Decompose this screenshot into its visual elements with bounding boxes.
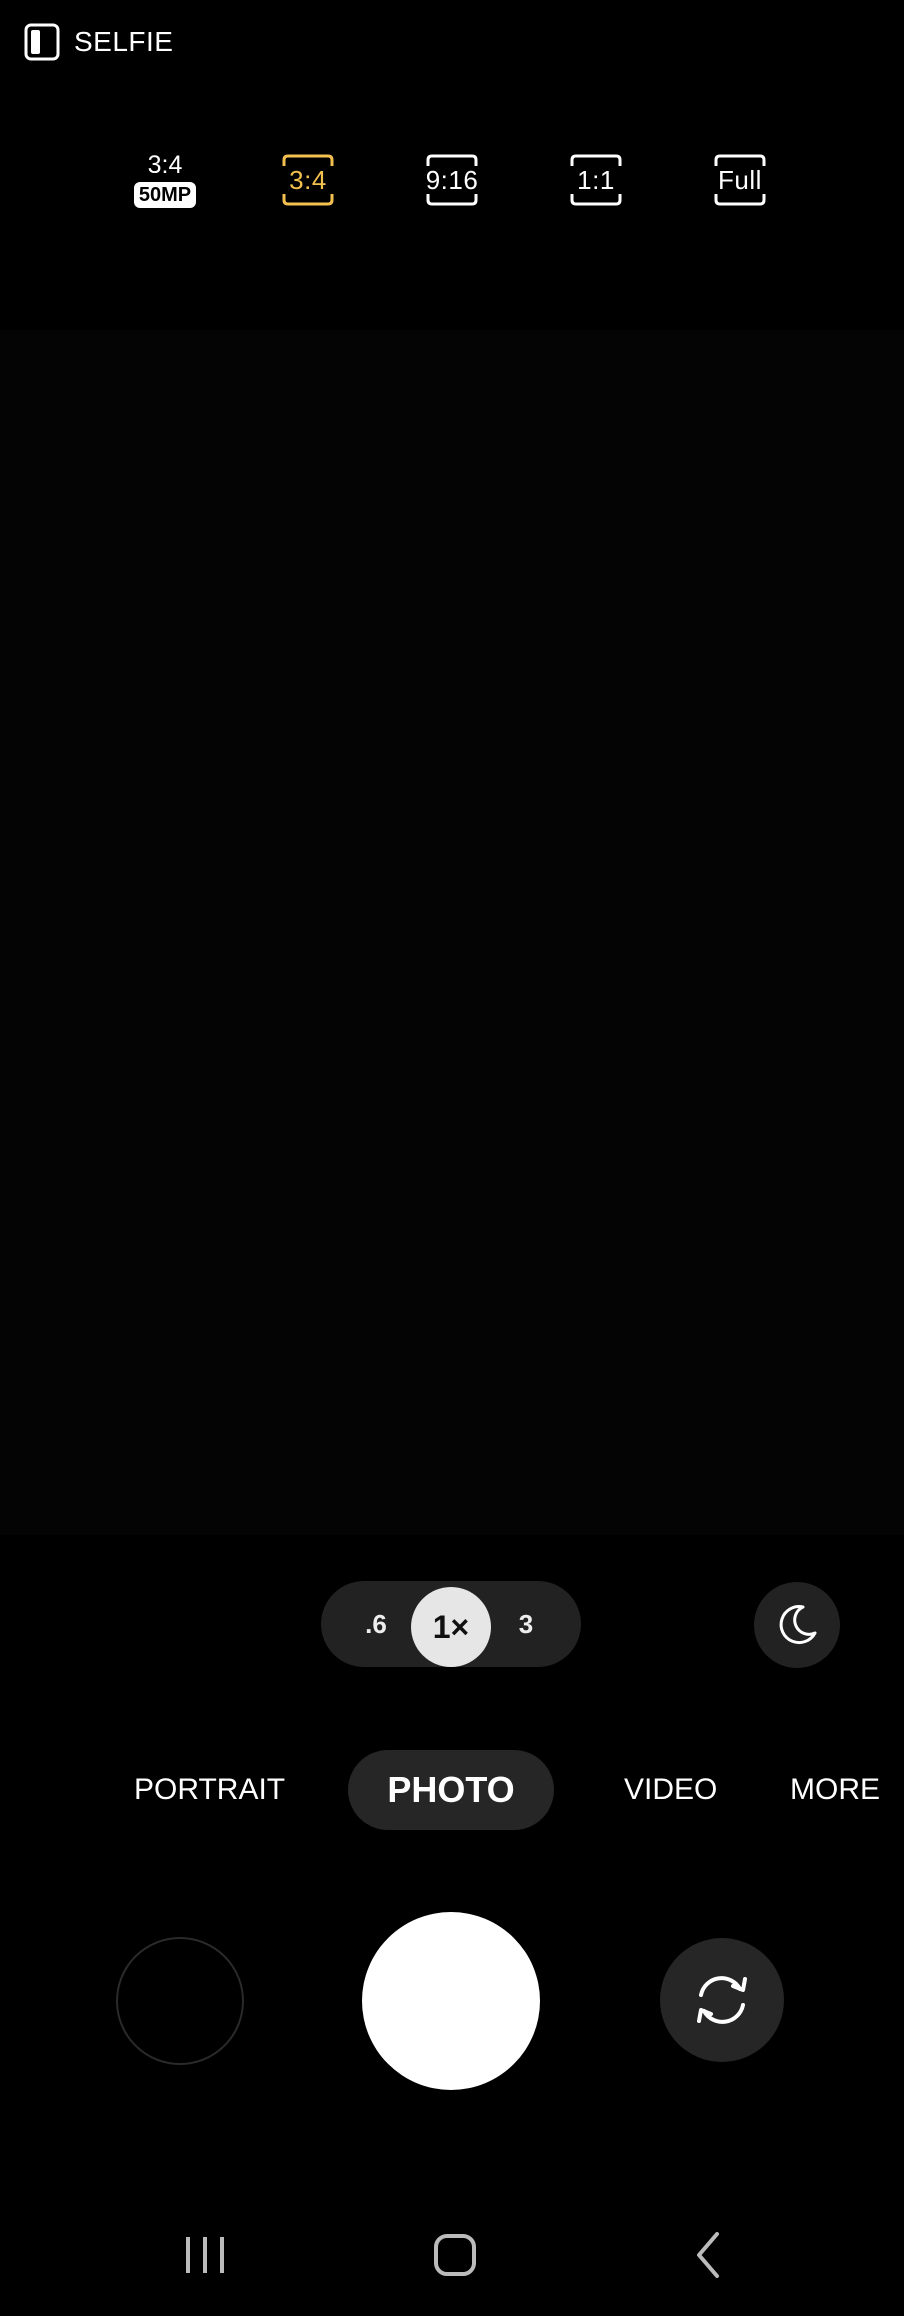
zoom-1x-button[interactable]: 1× (411, 1587, 491, 1667)
home-icon (434, 2234, 476, 2276)
ratio-1-1-label: 1:1 (577, 164, 615, 195)
mode-portrait[interactable]: PORTRAIT (134, 1750, 285, 1830)
ratio-full[interactable]: Full (710, 150, 770, 210)
zoom-selector: .6 1× 3 (321, 1581, 581, 1667)
zoom-tele-button[interactable]: 3 (491, 1581, 561, 1667)
gallery-thumbnail[interactable] (116, 1937, 244, 2065)
camera-viewfinder[interactable] (0, 330, 904, 1535)
shutter-button[interactable] (362, 1912, 540, 2090)
mode-more[interactable]: MORE (790, 1750, 880, 1830)
switch-camera-icon (697, 1976, 747, 2024)
switch-camera-button[interactable] (660, 1938, 784, 2062)
ratio-1-1[interactable]: 1:1 (566, 150, 626, 210)
ratio-3-4-50mp[interactable]: 3:4 50MP (128, 150, 202, 216)
recent-apps-button[interactable] (170, 2220, 240, 2290)
home-button[interactable] (420, 2220, 490, 2290)
ratio-full-label: Full (718, 164, 762, 195)
recent-apps-icon (186, 2237, 224, 2273)
mode-video[interactable]: VIDEO (624, 1750, 717, 1830)
ratio-9-16-label: 9:16 (425, 164, 479, 195)
ratio-50-badge: 50MP (133, 182, 197, 208)
ratio-50-label: 3:4 (147, 151, 183, 179)
ratio-3-4[interactable]: 3:4 (278, 150, 338, 210)
selfie-icon (24, 23, 60, 61)
selfie-toggle[interactable]: SELFIE (24, 20, 173, 64)
mode-photo[interactable]: PHOTO (348, 1750, 554, 1830)
night-mode-button[interactable] (754, 1582, 840, 1668)
back-icon (697, 2232, 719, 2278)
ratio-3-4-label: 3:4 (289, 164, 327, 195)
zoom-wide-button[interactable]: .6 (341, 1581, 411, 1667)
selfie-label: SELFIE (74, 26, 174, 57)
moon-icon (779, 1605, 817, 1645)
ratio-9-16[interactable]: 9:16 (422, 150, 482, 210)
back-button[interactable] (674, 2220, 744, 2290)
